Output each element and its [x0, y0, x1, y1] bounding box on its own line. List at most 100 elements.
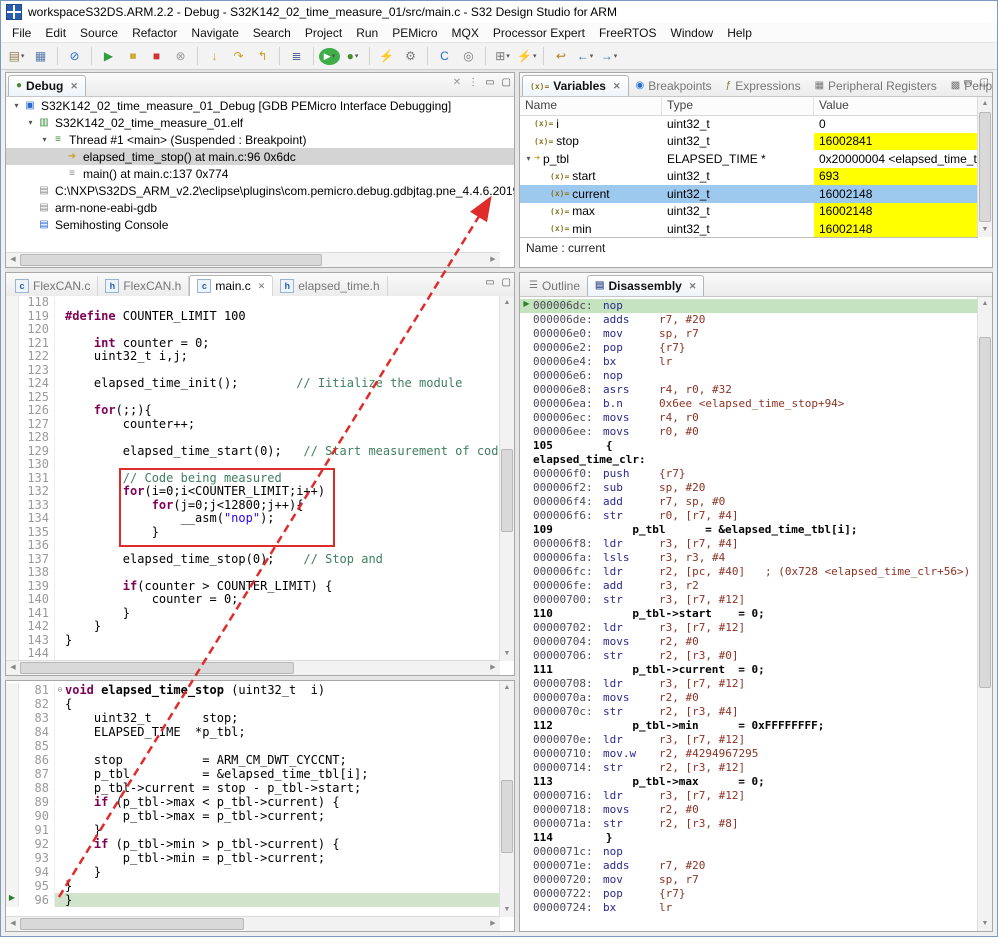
column-header-value[interactable]: Value: [814, 97, 978, 115]
menu-project[interactable]: Project: [298, 24, 349, 42]
scroll-up-icon[interactable]: [500, 296, 514, 310]
forward-button[interactable]: →▾: [597, 46, 620, 66]
scroll-right-icon[interactable]: [486, 661, 500, 675]
scroll-left-icon[interactable]: [6, 253, 20, 267]
step-return-button[interactable]: ↰: [251, 46, 274, 66]
editor-tab-main-c[interactable]: cmain.c✕: [189, 275, 273, 296]
code-area[interactable]: 81⊖void elapsed_time_stop (uint32_t i)82…: [6, 681, 500, 917]
scroll-down-icon[interactable]: [978, 917, 992, 931]
scrollbar-thumb[interactable]: [501, 449, 513, 531]
search-button[interactable]: ◎: [457, 46, 480, 66]
column-header-name[interactable]: Name: [520, 97, 662, 115]
close-tab-icon[interactable]: ✕: [689, 281, 697, 292]
menu-navigate[interactable]: Navigate: [184, 24, 245, 42]
minimize-button[interactable]: ▭: [485, 278, 494, 288]
terminate-button[interactable]: ■: [145, 46, 168, 66]
menu-help[interactable]: Help: [720, 24, 759, 42]
new-button[interactable]: ▤▾: [5, 46, 28, 66]
scroll-up-icon[interactable]: [978, 97, 992, 111]
debug-button[interactable]: ●▾: [341, 46, 364, 66]
flash-programmer-button[interactable]: ⚡: [375, 46, 398, 66]
save-button[interactable]: ▦: [29, 46, 52, 66]
horizontal-scrollbar[interactable]: [6, 252, 500, 267]
remove-all-terminated-button[interactable]: ✕: [453, 78, 461, 88]
dropdown-caret-icon[interactable]: ▾: [506, 52, 510, 60]
scroll-down-icon[interactable]: [978, 223, 992, 237]
minimize-button[interactable]: ▭: [963, 78, 972, 88]
scrollbar-thumb[interactable]: [20, 918, 244, 930]
close-tab-icon[interactable]: ✕: [70, 81, 78, 92]
dropdown-caret-icon[interactable]: ▾: [21, 52, 25, 60]
variables-tab-breakpoints[interactable]: ◉Breakpoints: [629, 76, 719, 96]
code-area[interactable]: 118119#define COUNTER_LIMIT 100120121 in…: [6, 296, 500, 661]
menu-refactor[interactable]: Refactor: [125, 24, 184, 42]
dropdown-caret-icon[interactable]: ▾: [614, 52, 618, 60]
debug-tree-row[interactable]: ▾≡Thread #1 <main> (Suspended : Breakpoi…: [6, 131, 514, 148]
dropdown-caret-icon[interactable]: ▾: [533, 52, 537, 60]
editor-tab-flexcan-c[interactable]: cFlexCAN.c: [8, 276, 98, 296]
variable-row[interactable]: (x)=iuint32_t0: [520, 115, 978, 133]
maximize-button[interactable]: ▢: [502, 78, 511, 88]
debug-view-menu-button[interactable]: ⋮: [468, 78, 478, 88]
expander-icon[interactable]: ▾: [523, 154, 534, 163]
expander-icon[interactable]: ▾: [38, 135, 51, 144]
menu-run[interactable]: Run: [349, 24, 385, 42]
maximize-button[interactable]: ▢: [502, 278, 511, 288]
debug-tree-row[interactable]: ➜elapsed_time_stop() at main.c:96 0x6dc: [6, 148, 514, 165]
minimize-button[interactable]: ▭: [485, 78, 494, 88]
vertical-scrollbar[interactable]: [499, 681, 514, 917]
resume-button[interactable]: ▶: [97, 46, 120, 66]
skip-all-breakpoints-button[interactable]: ⊘: [63, 46, 86, 66]
external-tools-button[interactable]: ⚡▾: [515, 46, 538, 66]
disassembly-tab-outline[interactable]: ☰Outline: [522, 276, 587, 296]
step-over-button[interactable]: ↷: [227, 46, 250, 66]
menu-search[interactable]: Search: [246, 24, 298, 42]
variable-row[interactable]: (x)=currentuint32_t16002148: [520, 185, 978, 203]
variable-row[interactable]: (x)=maxuint32_t16002148: [520, 203, 978, 221]
expander-icon[interactable]: ▾: [10, 101, 23, 110]
disassembly-listing[interactable]: ▶000006dc:nop000006de:addsr7, #20000006e…: [520, 297, 978, 931]
run-button[interactable]: ▶▾: [319, 48, 340, 65]
scrollbar-thumb[interactable]: [20, 662, 294, 674]
open-perspective-button[interactable]: ⊞▾: [491, 46, 514, 66]
close-tab-icon[interactable]: ✕: [258, 281, 266, 292]
editor-tab-elapsed-time-h[interactable]: helapsed_time.h: [273, 276, 387, 296]
scrollbar-thumb[interactable]: [501, 780, 513, 853]
vertical-scrollbar[interactable]: [499, 296, 514, 661]
vertical-scrollbar[interactable]: [977, 97, 992, 237]
disassembly-tab-disassembly[interactable]: ▤Disassembly✕: [587, 275, 704, 296]
scroll-right-icon[interactable]: [486, 253, 500, 267]
variables-tab-expressions[interactable]: ƒExpressions: [719, 76, 808, 96]
debug-tree-row[interactable]: ▤arm-none-eabi-gdb: [6, 199, 514, 216]
horizontal-scrollbar[interactable]: [6, 916, 500, 931]
close-tab-icon[interactable]: ✕: [613, 81, 621, 92]
scroll-up-icon[interactable]: [978, 297, 992, 311]
dropdown-caret-icon[interactable]: ▾: [355, 52, 359, 60]
scroll-down-icon[interactable]: [500, 903, 514, 917]
debug-tree-row[interactable]: ▾▣S32K142_02_time_measure_01_Debug [GDB …: [6, 97, 514, 114]
menu-processor-expert[interactable]: Processor Expert: [486, 24, 592, 42]
disconnect-button[interactable]: ⊗: [169, 46, 192, 66]
variable-row[interactable]: (x)=startuint32_t693: [520, 168, 978, 186]
scrollbar-thumb[interactable]: [979, 112, 991, 222]
variables-tab-variables[interactable]: (x)=Variables✕: [522, 75, 629, 96]
horizontal-scrollbar[interactable]: [6, 660, 500, 675]
menu-window[interactable]: Window: [664, 24, 721, 42]
menu-mqx[interactable]: MQX: [445, 24, 486, 42]
suspend-button[interactable]: ▮▮: [121, 46, 144, 66]
maximize-button[interactable]: ▢: [980, 78, 989, 88]
debug-tree-row[interactable]: ▾▥S32K142_02_time_measure_01.elf: [6, 114, 514, 131]
variables-tab-peripheral-registers[interactable]: ▦Peripheral Registers: [808, 76, 944, 96]
variable-row[interactable]: (x)=minuint32_t16002148: [520, 220, 978, 238]
vertical-scrollbar[interactable]: [977, 297, 992, 931]
debug-tree-row[interactable]: ≡main() at main.c:137 0x774: [6, 165, 514, 182]
scroll-right-icon[interactable]: [486, 917, 500, 931]
scrollbar-thumb[interactable]: [20, 254, 322, 266]
debug-tree-row[interactable]: ▤Semihosting Console: [6, 216, 514, 233]
step-into-button[interactable]: ↓: [203, 46, 226, 66]
scroll-left-icon[interactable]: [6, 661, 20, 675]
scroll-down-icon[interactable]: [500, 647, 514, 661]
dropdown-caret-icon[interactable]: ▾: [332, 52, 336, 60]
back-button[interactable]: ←▾: [573, 46, 596, 66]
column-header-type[interactable]: Type: [662, 97, 814, 115]
